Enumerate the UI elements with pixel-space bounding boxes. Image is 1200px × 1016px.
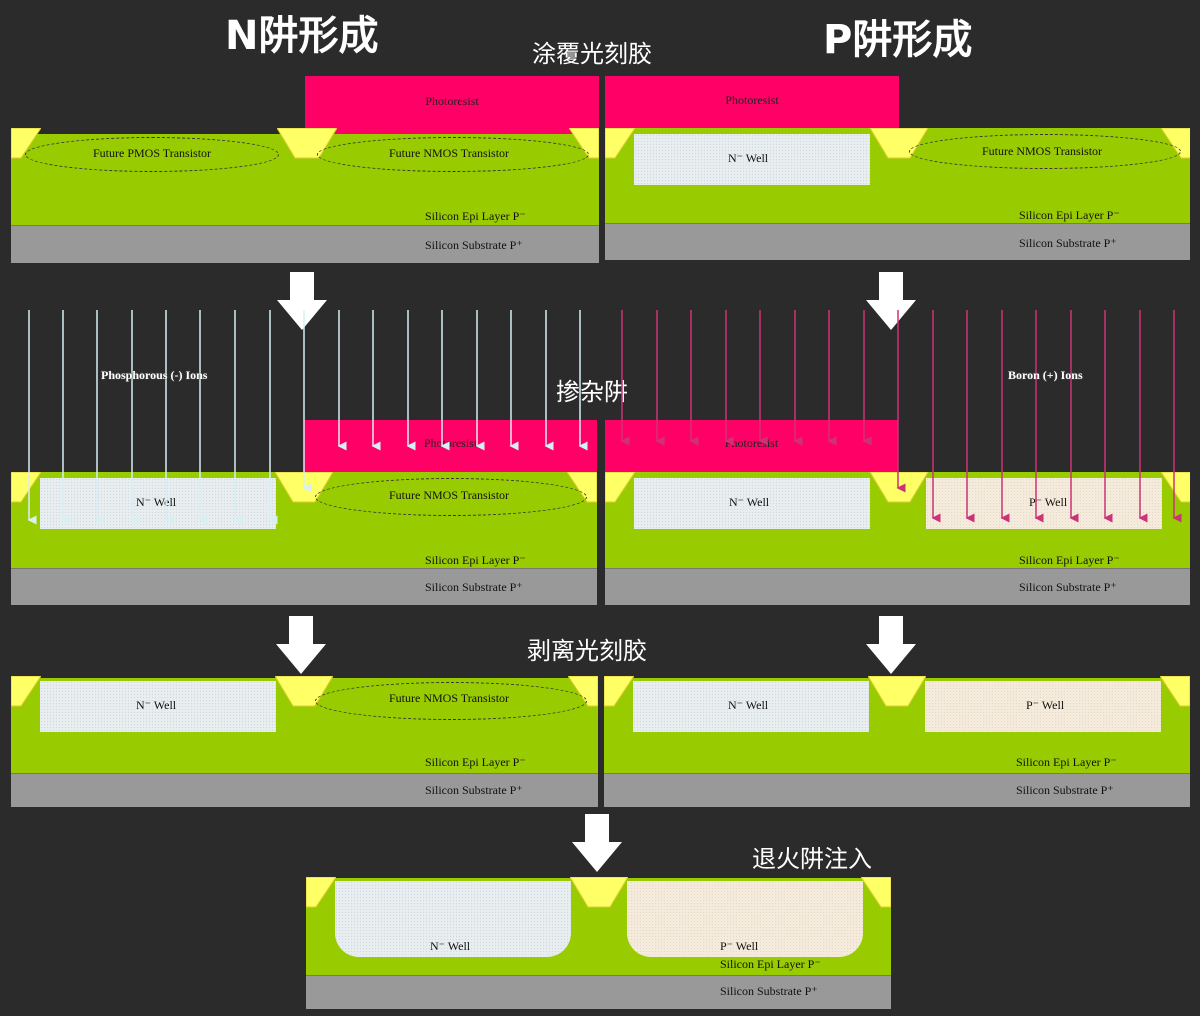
field-oxide-icon [570, 877, 628, 908]
p-well-label: P⁻ Well [720, 939, 759, 953]
substrate-label: Silicon Substrate P⁺ [720, 984, 818, 998]
n-well-label: N⁻ Well [136, 698, 177, 712]
boron-ion-lines [620, 310, 1182, 523]
field-oxide-icon [605, 128, 635, 159]
phosphorous-ion-lines [27, 310, 588, 525]
down-arrow-icon [572, 814, 622, 872]
field-oxide-icon [306, 877, 336, 908]
boron-ions-label: Boron (+) Ions [1008, 368, 1083, 382]
epi-label: Silicon Epi Layer P⁻ [425, 209, 526, 223]
panel-n-strip: N⁻ Well Future NMOS Transistor Silicon E… [11, 674, 598, 807]
phosphorous-ions-label: Phosphorous (-) Ions [101, 368, 208, 382]
n-well-formation-title: N阱形成 [225, 13, 379, 59]
field-oxide-icon [1160, 676, 1190, 707]
panel-p-strip: N⁻ Well P⁻ Well Silicon Epi Layer P⁻ Sil… [604, 674, 1190, 807]
epi-label: Silicon Epi Layer P⁻ [720, 957, 821, 971]
n-well-label: N⁻ Well [728, 151, 769, 165]
epi-label: Silicon Epi Layer P⁻ [1019, 208, 1120, 222]
substrate-label: Silicon Substrate P⁺ [425, 580, 523, 594]
down-arrow-icon [276, 616, 326, 674]
photoresist-layer: Photoresist [305, 76, 599, 134]
n-well-label: N⁻ Well [430, 939, 471, 953]
p-well-formation-title: P阱形成 [823, 17, 973, 63]
field-oxide-icon [861, 877, 891, 908]
field-oxide-icon [868, 676, 926, 707]
photoresist-label: Photoresist [425, 94, 479, 108]
step-strip-photoresist: 剥离光刻胶 [527, 637, 647, 665]
epi-label: Silicon Epi Layer P⁻ [425, 553, 526, 567]
substrate-label: Silicon Substrate P⁺ [425, 238, 523, 252]
future-nmos-label: Future NMOS Transistor [389, 146, 510, 160]
future-nmos-label: Future NMOS Transistor [982, 144, 1103, 158]
step-anneal-well-implant: 退火阱注入 [752, 845, 872, 873]
epi-label: Silicon Epi Layer P⁻ [1019, 553, 1120, 567]
future-pmos-label: Future PMOS Transistor [93, 146, 212, 160]
ion-beam-overlay [27, 310, 1182, 525]
photoresist-layer: Photoresist [605, 76, 899, 134]
epi-label: Silicon Epi Layer P⁻ [1016, 755, 1117, 769]
future-nmos-label: Future NMOS Transistor [389, 691, 510, 705]
substrate-label: Silicon Substrate P⁺ [1019, 580, 1117, 594]
substrate-label: Silicon Substrate P⁺ [1016, 783, 1114, 797]
down-arrow-icon [866, 616, 916, 674]
photoresist-label: Photoresist [725, 93, 779, 107]
field-oxide-icon [11, 676, 41, 707]
substrate-label: Silicon Substrate P⁺ [1019, 236, 1117, 250]
epi-label: Silicon Epi Layer P⁻ [425, 755, 526, 769]
panel-n-coat: Photoresist Future PMOS Transistor Futur… [11, 76, 599, 263]
field-oxide-icon [604, 676, 634, 707]
substrate-label: Silicon Substrate P⁺ [425, 783, 523, 797]
p-well-label: P⁻ Well [1026, 698, 1065, 712]
step-coat-photoresist: 涂覆光刻胶 [532, 40, 652, 68]
panel-p-coat: Photoresist N⁻ Well Future NMOS Transist… [605, 76, 1190, 260]
n-well-label: N⁻ Well [728, 698, 769, 712]
panel-anneal: N⁻ Well P⁻ Well Silicon Epi Layer P⁻ Sil… [306, 876, 891, 1009]
